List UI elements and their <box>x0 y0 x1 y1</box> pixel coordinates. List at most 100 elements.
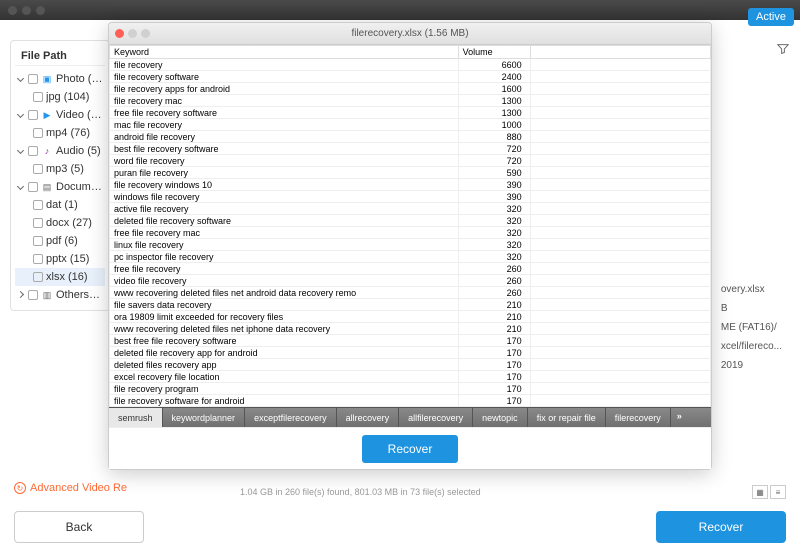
table-row[interactable]: linux file recovery320 <box>110 239 711 251</box>
tree-child[interactable]: docx (27) <box>15 214 105 232</box>
checkbox[interactable] <box>33 128 43 138</box>
list-view-icon[interactable]: ≡ <box>770 485 786 499</box>
child-label: jpg (104) <box>46 91 103 103</box>
tree-category[interactable]: ▣Photo (104) <box>15 70 105 88</box>
table-row[interactable]: word file recovery720 <box>110 155 711 167</box>
tree-child[interactable]: xlsx (16) <box>15 268 105 286</box>
child-label: xlsx (16) <box>46 271 103 283</box>
table-row[interactable]: www recovering deleted files net iphone … <box>110 323 711 335</box>
sidebar: File Path ▣Photo (104)jpg (104)▶Video (7… <box>10 40 110 311</box>
table-row[interactable]: free file recovery software1300 <box>110 107 711 119</box>
col-keyword: Keyword <box>110 46 459 59</box>
chevron-icon <box>17 75 25 83</box>
table-row[interactable]: file recovery software2400 <box>110 71 711 83</box>
table-row[interactable]: file recovery6600 <box>110 59 711 71</box>
min-dot[interactable] <box>22 6 31 15</box>
table-row[interactable]: free file recovery mac320 <box>110 227 711 239</box>
table-row[interactable]: excel recovery file location170 <box>110 371 711 383</box>
checkbox[interactable] <box>28 182 38 192</box>
tree-child[interactable]: mp3 (5) <box>15 160 105 178</box>
child-label: mp4 (76) <box>46 127 103 139</box>
category-label: Others (10) <box>56 289 103 301</box>
max-dot[interactable] <box>36 6 45 15</box>
table-row[interactable]: file recovery software for android170 <box>110 395 711 407</box>
tree-child[interactable]: pdf (6) <box>15 232 105 250</box>
recover-button-modal[interactable]: Recover <box>362 435 459 463</box>
filter-icon[interactable] <box>776 42 790 56</box>
table-row[interactable]: file recovery program170 <box>110 383 711 395</box>
chevron-icon <box>17 147 25 155</box>
sheet-tab[interactable]: exceptfilerecovery <box>245 408 337 427</box>
sheet-tab[interactable]: allfilerecovery <box>399 408 473 427</box>
sheet-tab[interactable]: fix or repair file <box>528 408 606 427</box>
close-dot[interactable] <box>8 6 17 15</box>
close-icon[interactable] <box>115 29 124 38</box>
child-label: mp3 (5) <box>46 163 103 175</box>
tree-category[interactable]: ▥Others (10) <box>15 286 105 304</box>
chevron-icon <box>17 291 25 299</box>
back-button[interactable]: Back <box>14 511 144 543</box>
tree-category[interactable]: ▤Document ( <box>15 178 105 196</box>
video-icon: ▶ <box>41 109 53 121</box>
table-row[interactable]: windows file recovery390 <box>110 191 711 203</box>
view-toggle: ▦ ≡ <box>752 485 786 499</box>
checkbox[interactable] <box>33 236 43 246</box>
zoom-icon <box>141 29 150 38</box>
table-row[interactable]: file recovery windows 10390 <box>110 179 711 191</box>
sheet-tab[interactable]: newtopic <box>473 408 528 427</box>
table-row[interactable]: best free file recovery software170 <box>110 335 711 347</box>
tree-category[interactable]: ▶Video (76) <box>15 106 105 124</box>
child-label: dat (1) <box>46 199 103 211</box>
preview-modal: filerecovery.xlsx (1.56 MB) Keyword Volu… <box>108 22 712 470</box>
file-details-panel: overy.xlsx B ME (FAT16)/ xcel/filereco..… <box>721 280 782 375</box>
child-label: pptx (15) <box>46 253 103 265</box>
table-row[interactable]: best file recovery software720 <box>110 143 711 155</box>
checkbox[interactable] <box>28 74 38 84</box>
grid-view-icon[interactable]: ▦ <box>752 485 768 499</box>
table-row[interactable]: video file recovery260 <box>110 275 711 287</box>
checkbox[interactable] <box>33 92 43 102</box>
chevron-icon <box>17 183 25 191</box>
table-row[interactable]: deleted file recovery app for android170 <box>110 347 711 359</box>
checkbox[interactable] <box>33 254 43 264</box>
child-label: docx (27) <box>46 217 103 229</box>
checkbox[interactable] <box>28 290 38 300</box>
table-row[interactable]: mac file recovery1000 <box>110 119 711 131</box>
checkbox[interactable] <box>33 200 43 210</box>
spreadsheet-view: Keyword Volume file recovery6600file rec… <box>109 45 711 407</box>
table-row[interactable]: file savers data recovery210 <box>110 299 711 311</box>
tree-category[interactable]: ♪Audio (5) <box>15 142 105 160</box>
recover-button[interactable]: Recover <box>656 511 786 543</box>
tree-child[interactable]: mp4 (76) <box>15 124 105 142</box>
child-label: pdf (6) <box>46 235 103 247</box>
tabs-more-icon[interactable]: » <box>671 408 688 427</box>
table-row[interactable]: www recovering deleted files net android… <box>110 287 711 299</box>
sheet-tab[interactable]: semrush <box>109 408 163 427</box>
sheet-tab[interactable]: filerecovery <box>606 408 671 427</box>
tree-child[interactable]: jpg (104) <box>15 88 105 106</box>
table-row[interactable]: ora 19809 limit exceeded for recovery fi… <box>110 311 711 323</box>
active-button[interactable]: Active <box>748 8 794 26</box>
advanced-video-recovery-link[interactable]: ↻ Advanced Video Re <box>14 482 127 494</box>
sheet-tab[interactable]: keywordplanner <box>163 408 246 427</box>
table-row[interactable]: puran file recovery590 <box>110 167 711 179</box>
checkbox[interactable] <box>33 164 43 174</box>
checkbox[interactable] <box>33 272 43 282</box>
table-row[interactable]: android file recovery880 <box>110 131 711 143</box>
checkbox[interactable] <box>33 218 43 228</box>
table-row[interactable]: deleted files recovery app170 <box>110 359 711 371</box>
sheet-tab[interactable]: allrecovery <box>337 408 400 427</box>
table-row[interactable]: file recovery mac1300 <box>110 95 711 107</box>
minimize-icon <box>128 29 137 38</box>
tree-child[interactable]: pptx (15) <box>15 250 105 268</box>
checkbox[interactable] <box>28 146 38 156</box>
photo-icon: ▣ <box>41 73 53 85</box>
tree-child[interactable]: dat (1) <box>15 196 105 214</box>
table-row[interactable]: active file recovery320 <box>110 203 711 215</box>
table-row[interactable]: pc inspector file recovery320 <box>110 251 711 263</box>
table-row[interactable]: deleted file recovery software320 <box>110 215 711 227</box>
table-row[interactable]: file recovery apps for android1600 <box>110 83 711 95</box>
table-row[interactable]: free file recovery260 <box>110 263 711 275</box>
audio-icon: ♪ <box>41 145 53 157</box>
checkbox[interactable] <box>28 110 38 120</box>
